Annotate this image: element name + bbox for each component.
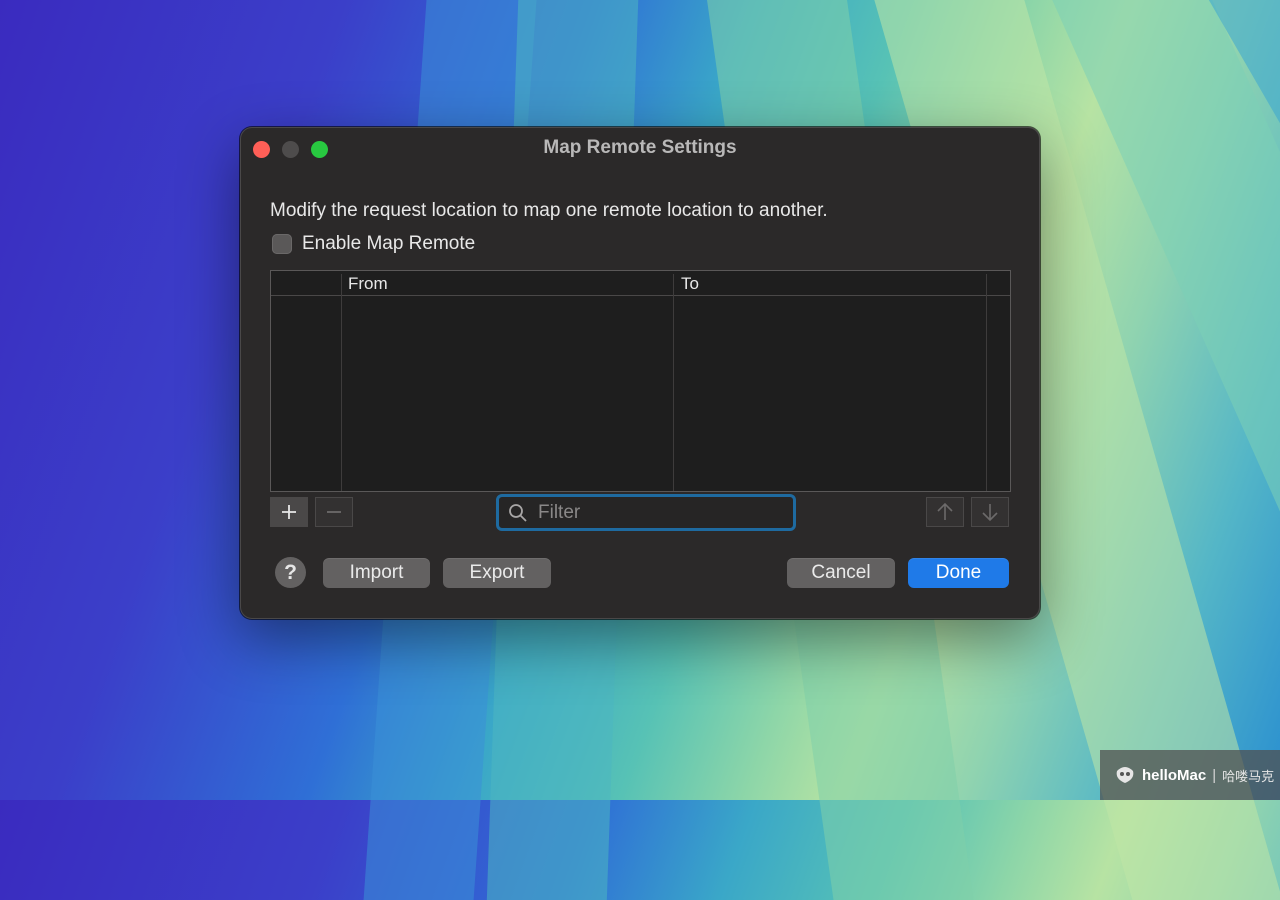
hellomac-logo-icon [1116, 767, 1134, 783]
watermark-separator: | [1212, 766, 1217, 784]
map-remote-settings-window: Map Remote Settings Modify the request l… [240, 127, 1040, 619]
move-down-button[interactable] [971, 497, 1009, 527]
plus-icon [282, 505, 296, 519]
arrow-up-icon [937, 502, 953, 520]
export-button[interactable]: Export [443, 558, 551, 588]
remove-mapping-button[interactable] [315, 497, 353, 527]
help-button[interactable]: ? [275, 557, 306, 588]
description-text: Modify the request location to map one r… [270, 200, 828, 221]
minus-icon [327, 511, 341, 513]
watermark-chinese: 哈喽马克 [1222, 768, 1275, 784]
done-button[interactable]: Done [908, 558, 1009, 588]
arrow-down-icon [982, 504, 998, 522]
enable-map-remote-checkbox[interactable] [272, 234, 292, 254]
move-up-button[interactable] [926, 497, 964, 527]
mappings-table[interactable]: From To [270, 270, 1011, 492]
import-button[interactable]: Import [323, 558, 430, 588]
enable-map-remote-row[interactable]: Enable Map Remote [272, 233, 475, 255]
watermark-brand: helloMac [1142, 766, 1207, 784]
column-divider [341, 274, 342, 491]
add-mapping-button[interactable] [270, 497, 308, 527]
window-title: Map Remote Settings [543, 137, 737, 158]
column-header-from[interactable]: From [348, 274, 388, 294]
table-header: From To [271, 271, 1010, 296]
column-divider [986, 274, 987, 491]
enable-map-remote-label[interactable]: Enable Map Remote [302, 233, 475, 255]
column-header-to[interactable]: To [681, 274, 699, 294]
search-icon [509, 503, 527, 522]
cancel-button[interactable]: Cancel [787, 558, 895, 588]
filter-input[interactable] [536, 500, 780, 525]
watermark: helloMac | 哈喽马克 [1100, 750, 1280, 800]
filter-field[interactable] [496, 494, 796, 531]
column-divider [673, 274, 674, 491]
